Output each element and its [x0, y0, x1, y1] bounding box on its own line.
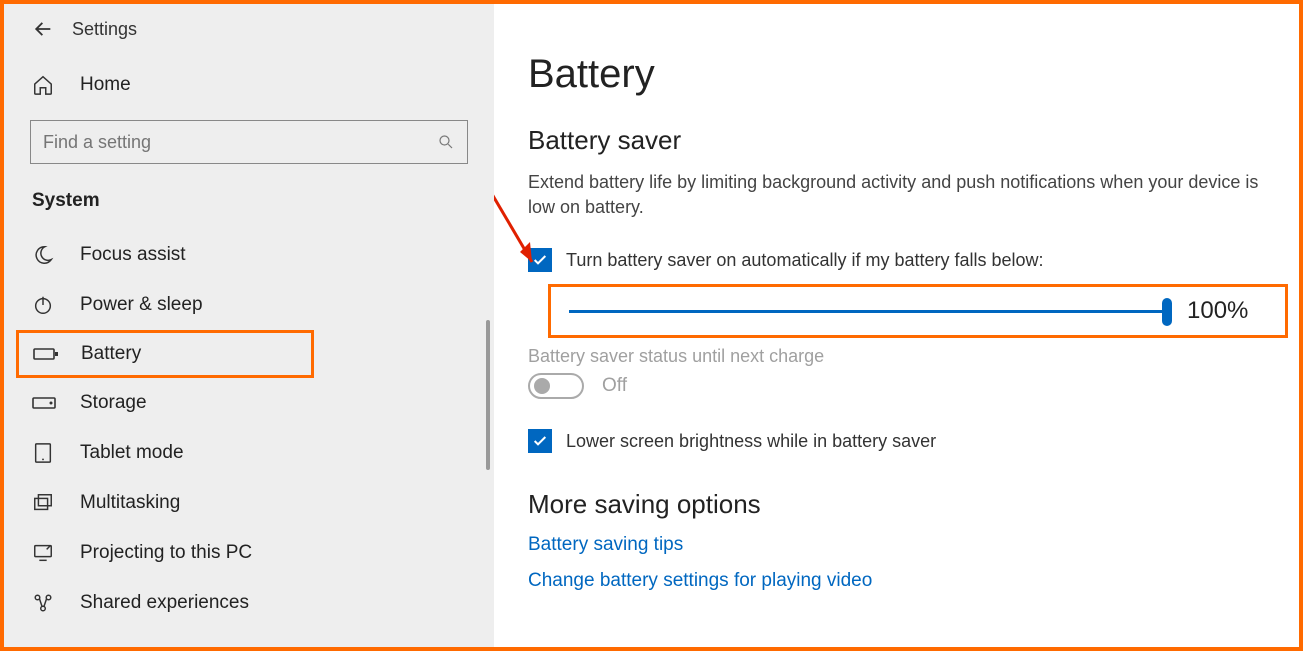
check-icon	[532, 252, 548, 268]
check-icon	[532, 433, 548, 449]
home-nav[interactable]: Home	[4, 60, 494, 110]
nav-label: Multitasking	[80, 492, 180, 514]
slider-thumb[interactable]	[1162, 298, 1172, 326]
nav-label: Shared experiences	[80, 592, 249, 614]
toggle-knob	[534, 378, 550, 394]
nav-projecting[interactable]: Projecting to this PC	[4, 528, 494, 578]
page-title: Battery	[528, 52, 1275, 97]
section-system-label: System	[4, 182, 494, 230]
nav-list: Focus assist Power & sleep Battery Stora…	[4, 230, 494, 628]
nav-label: Power & sleep	[80, 294, 203, 316]
threshold-slider-container: 100%	[548, 284, 1288, 338]
nav-multitasking[interactable]: Multitasking	[4, 478, 494, 528]
arrow-left-icon	[32, 18, 54, 40]
nav-battery[interactable]: Battery	[16, 330, 314, 378]
home-icon	[32, 74, 80, 96]
tablet-icon	[32, 442, 80, 464]
nav-label: Battery	[81, 343, 141, 365]
auto-saver-checkbox[interactable]	[528, 248, 552, 272]
threshold-value: 100%	[1187, 297, 1267, 325]
search-input[interactable]	[43, 132, 414, 153]
auto-saver-label: Turn battery saver on automatically if m…	[566, 250, 1044, 271]
home-label: Home	[80, 74, 131, 96]
link-battery-tips[interactable]: Battery saving tips	[528, 534, 1275, 556]
search-icon	[437, 133, 455, 151]
nav-power-sleep[interactable]: Power & sleep	[4, 280, 494, 330]
link-video-settings[interactable]: Change battery settings for playing vide…	[528, 570, 1275, 592]
lower-brightness-checkbox[interactable]	[528, 429, 552, 453]
search-box[interactable]	[30, 120, 468, 164]
power-icon	[32, 294, 80, 316]
nav-label: Focus assist	[80, 244, 186, 266]
project-icon	[32, 542, 80, 564]
battery-saver-heading: Battery saver	[528, 125, 1275, 156]
nav-label: Projecting to this PC	[80, 542, 252, 564]
more-options-heading: More saving options	[528, 489, 1275, 520]
threshold-slider[interactable]	[569, 310, 1169, 313]
lower-brightness-label: Lower screen brightness while in battery…	[566, 431, 936, 452]
toggle-state-label: Off	[602, 375, 627, 397]
saver-status-label: Battery saver status until next charge	[528, 346, 1275, 367]
moon-icon	[32, 244, 80, 266]
main-content: Battery Battery saver Extend battery lif…	[494, 4, 1299, 647]
nav-focus-assist[interactable]: Focus assist	[4, 230, 494, 280]
battery-saver-description: Extend battery life by limiting backgrou…	[528, 170, 1268, 220]
multitask-icon	[32, 492, 80, 514]
window-title: Settings	[72, 19, 137, 40]
nav-storage[interactable]: Storage	[4, 378, 494, 428]
sidebar-scrollbar[interactable]	[486, 320, 490, 470]
nav-shared-experiences[interactable]: Shared experiences	[4, 578, 494, 628]
back-button[interactable]	[32, 18, 72, 40]
settings-window: Settings Home System Focus assist Power …	[0, 0, 1303, 651]
nav-label: Storage	[80, 392, 147, 414]
nav-label: Tablet mode	[80, 442, 184, 464]
battery-icon	[33, 346, 81, 362]
storage-icon	[32, 395, 80, 411]
share-icon	[32, 592, 80, 614]
nav-tablet-mode[interactable]: Tablet mode	[4, 428, 494, 478]
sidebar: Settings Home System Focus assist Power …	[4, 4, 494, 647]
saver-status-toggle[interactable]	[528, 373, 584, 399]
